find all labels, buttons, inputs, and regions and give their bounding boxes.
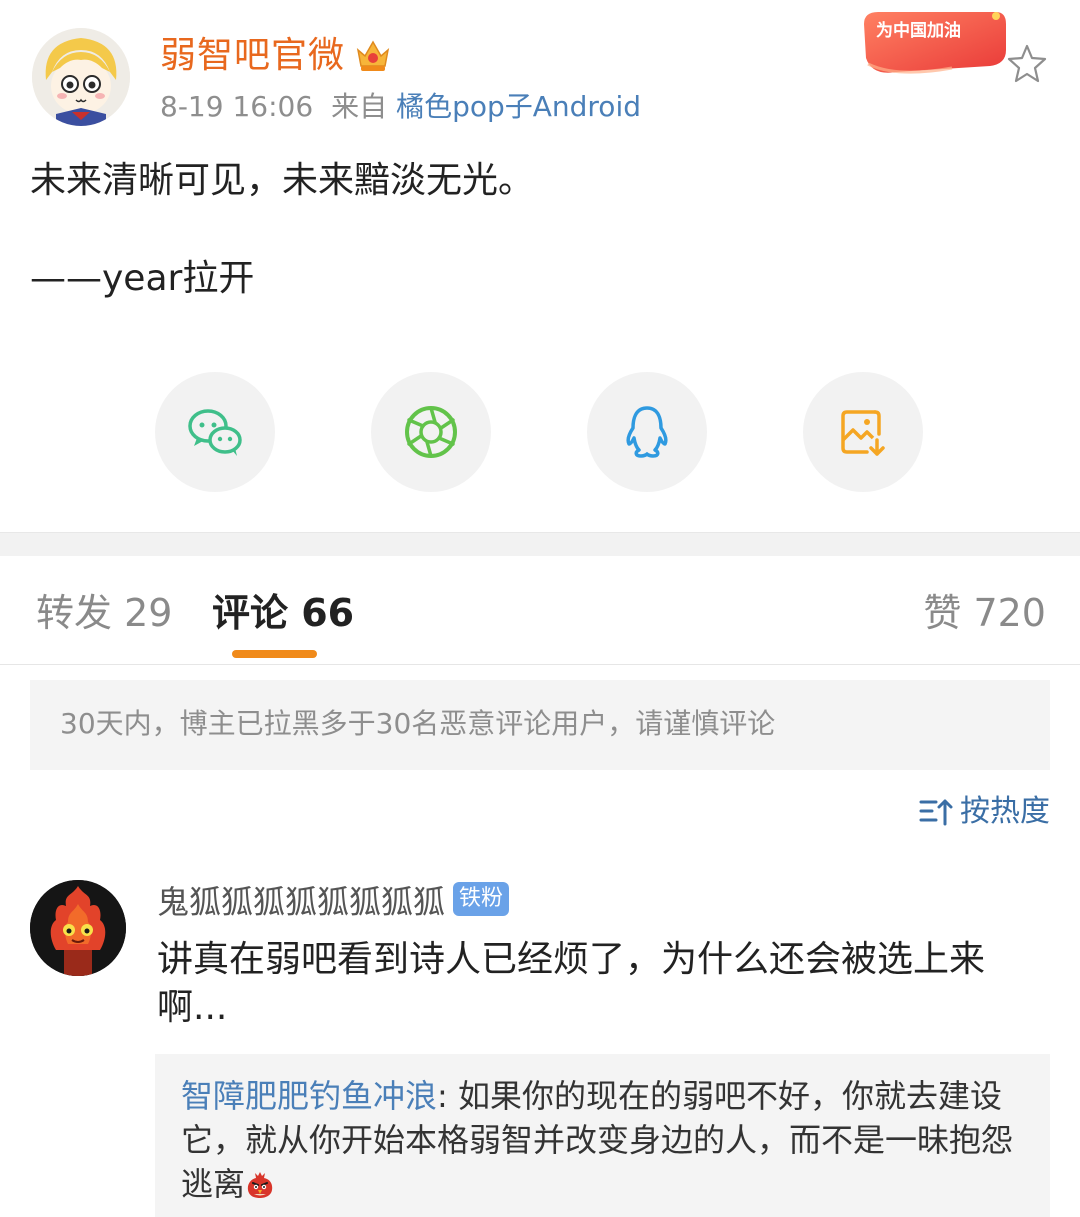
commenter-name[interactable]: 鬼狐狐狐狐狐狐狐狐 (157, 880, 445, 924)
save-image-button[interactable] (803, 372, 923, 492)
reply-preview[interactable]: 智障肥肥钓鱼冲浪: 如果你的现在的弱吧不好，你就去建设它，就从你开始本格弱智并改… (155, 1054, 1050, 1217)
reply-separator: : (437, 1077, 458, 1115)
commenter-avatar[interactable] (30, 880, 126, 976)
share-wechat-button[interactable] (155, 372, 275, 492)
fan-badge: 铁粉 (453, 882, 510, 916)
save-image-icon (841, 410, 885, 456)
post-time: 8-19 16:06 (160, 90, 314, 123)
tab-like[interactable]: 赞 720 (923, 588, 1046, 638)
post-text-line-1: 未来清晰可见，未来黯淡无光。 (30, 160, 535, 201)
tabs-divider (0, 664, 1080, 665)
notice-text: 30天内，博主已拉黑多于30名恶意评论用户，请谨慎评论 (60, 707, 776, 740)
comment-text: 讲真在弱吧看到诗人已经烦了，为什么还会被选上来啊... (157, 939, 986, 1028)
promo-badge-text: 为中国加油 (876, 20, 961, 41)
tab-repost[interactable]: 转发 29 (36, 588, 172, 638)
author-name[interactable]: 弱智吧官微 (160, 34, 345, 78)
qq-icon (626, 406, 668, 458)
source-prefix: 来自 (331, 90, 388, 123)
post-meta: 8-19 16:06 来自 橘色pop子Android (160, 88, 641, 126)
promo-badge[interactable]: 为中国加油 (856, 6, 1010, 80)
tab-comment[interactable]: 评论 66 (212, 588, 354, 638)
star-icon (1007, 44, 1047, 83)
sort-by-hot-button[interactable]: 按热度 (918, 790, 1050, 834)
post-text-line-2: ——year拉开 (30, 258, 255, 299)
sort-label: 按热度 (960, 794, 1050, 829)
post-source-link[interactable]: 橘色pop子Android (396, 90, 641, 123)
reply-content: 智障肥肥钓鱼冲浪: 如果你的现在的弱吧不好，你就去建设它，就从你开始本格弱智并改… (181, 1074, 1031, 1206)
share-qq-button[interactable] (587, 372, 707, 492)
wechat-icon (188, 409, 242, 456)
moments-icon (405, 406, 457, 458)
active-tab-indicator (232, 650, 317, 658)
sort-icon (919, 799, 953, 826)
section-divider (0, 532, 1080, 556)
favorite-star-button[interactable] (1006, 42, 1048, 84)
vip-crown-icon (354, 36, 392, 74)
author-avatar[interactable] (32, 28, 130, 126)
angry-bird-emoji-icon (247, 1172, 273, 1198)
share-moments-button[interactable] (371, 372, 491, 492)
comment-notice: 30天内，博主已拉黑多于30名恶意评论用户，请谨慎评论 (30, 680, 1050, 770)
reply-user-link[interactable]: 智障肥肥钓鱼冲浪 (181, 1077, 437, 1115)
